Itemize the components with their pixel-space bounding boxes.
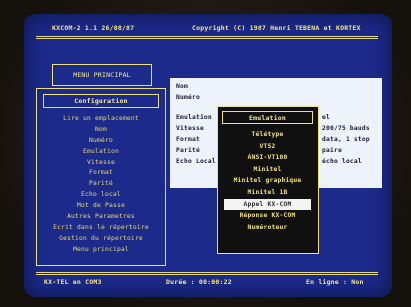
field-label-echo: Echo Local	[176, 158, 216, 165]
field-value-parite: paire	[322, 147, 342, 154]
field-value-emulation: el	[322, 114, 330, 121]
menu-item[interactable]: Vitesse	[37, 158, 165, 169]
config-submenu-list: Lire un emplacement Nom Numéro Emulation Vit…	[37, 114, 165, 256]
emulation-option[interactable]: Numéroteur	[218, 222, 317, 234]
status-duration: Durée : 00:00:22	[166, 278, 232, 286]
field-label-parite: Parité	[176, 147, 200, 154]
emulation-option[interactable]: Minitel	[218, 164, 317, 176]
emulation-popup: Emulation Télétype VT52 ANSI-VT100 Minitel M…	[217, 106, 319, 254]
field-label-vitesse: Vitesse	[176, 125, 204, 132]
status-divider	[36, 274, 378, 275]
emulation-option[interactable]: VT52	[218, 141, 317, 153]
status-divider	[36, 272, 378, 273]
menu-item[interactable]: Parité	[37, 179, 165, 190]
menu-item[interactable]: Format	[37, 168, 165, 179]
menu-item[interactable]: Emulation	[37, 147, 165, 158]
menu-item[interactable]: Menu principal	[37, 245, 165, 256]
field-value-vitesse: 200/75 bauds	[322, 125, 370, 132]
menu-item[interactable]: Lire un emplacement	[37, 114, 165, 125]
emulation-option[interactable]: Télétype	[218, 129, 317, 141]
app-version-title: KXCOM-2 1.1 26/08/87	[52, 24, 135, 32]
field-value-format: data, 1 stop	[322, 136, 370, 143]
emulation-option[interactable]: Appel KX-COM	[224, 198, 311, 211]
emulation-option[interactable]: ANSI-VT100	[218, 152, 317, 164]
menu-item[interactable]: Echo local	[37, 190, 165, 201]
field-label-nom: Nom	[176, 83, 188, 90]
field-label-emulation: Emulation	[176, 114, 212, 121]
menu-item[interactable]: Numéro	[37, 136, 165, 147]
emulation-option[interactable]: Minitel 1B	[218, 187, 317, 199]
copyright-notice: Copyright (C) 1987 Henri TEBENA et KORTE…	[192, 24, 361, 32]
menu-item[interactable]: Ecrit dans le répertoire	[37, 223, 165, 234]
emulation-option[interactable]: Réponse KX-COM	[218, 210, 317, 222]
main-menu-panel: Configuration Lire un emplacement Nom Numé…	[36, 88, 166, 266]
header-divider	[36, 38, 378, 39]
main-menu-title: MENU PRINCIPAL	[52, 64, 152, 86]
field-label-format: Format	[176, 136, 200, 143]
status-line-state: En ligne : Non	[306, 278, 364, 286]
menu-item[interactable]: Mot de Passe	[37, 201, 165, 212]
emulation-options-list: Télétype VT52 ANSI-VT100 Minitel Minitel gra…	[218, 129, 317, 233]
field-label-numero: Numéro	[176, 94, 200, 101]
field-value-echo: écho local	[322, 158, 362, 165]
terminal-screen: KXCOM-2 1.1 26/08/87 Copyright (C) 1987 …	[24, 14, 392, 297]
header-divider	[36, 36, 378, 37]
menu-item[interactable]: Nom	[37, 125, 165, 136]
emulation-popup-title: Emulation	[222, 111, 313, 124]
menu-item[interactable]: Gestion du répertoire	[37, 234, 165, 245]
status-port: KX-TEL en COM3	[44, 278, 102, 286]
menu-item-configuration[interactable]: Configuration	[43, 94, 159, 108]
menu-item[interactable]: Autres Parametres	[37, 212, 165, 223]
emulation-option[interactable]: Minitel graphique	[218, 175, 317, 187]
